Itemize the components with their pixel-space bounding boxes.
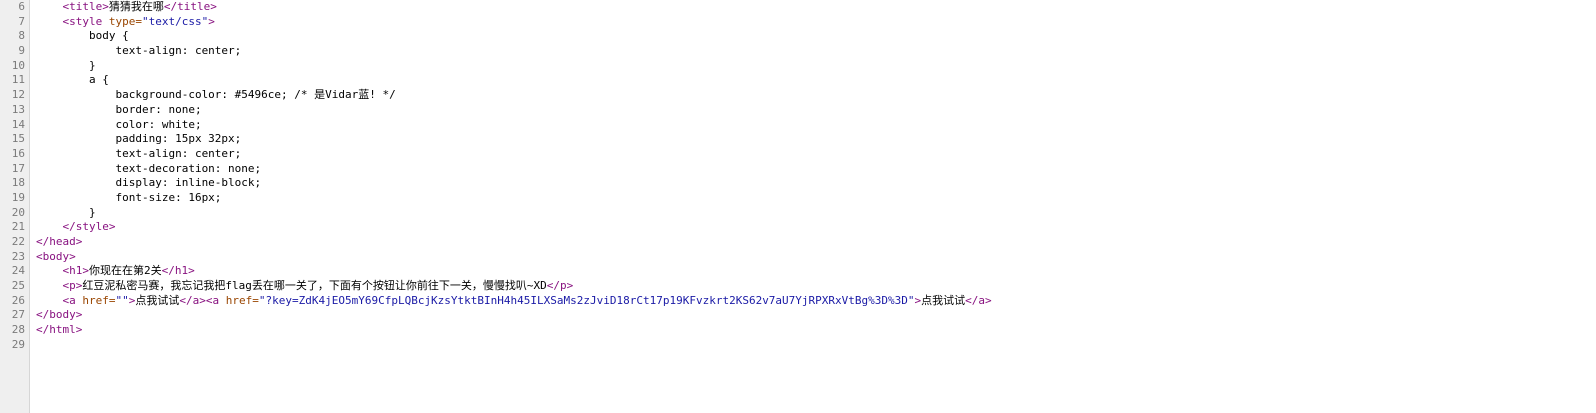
line-number: 11 <box>11 73 25 87</box>
source-viewer: 6 7 8 9 10 11 12 13 14 15 16 17 18 19 20 21 22 23 24 25 26 27… <box>0 0 1596 413</box>
line-number: 15 <box>11 132 25 146</box>
html-tag-token: <h1> <box>62 264 90 278</box>
line-number: 23 <box>11 249 25 263</box>
html-tag-token: </style> <box>62 220 116 234</box>
line-number: 12 <box>11 88 25 102</box>
source-line: <a href="">点我试试</a><a href="?key=ZdK4jEO… <box>36 294 1596 309</box>
source-line: font-size: 16px; <box>36 191 1596 206</box>
html-tag-token: </title> <box>163 0 217 13</box>
text-token: 你现在在第2关 <box>89 264 162 278</box>
source-line: color: white; <box>36 118 1596 133</box>
source-line: border: none; <box>36 103 1596 118</box>
attribute-value-token: "?key=ZdK4jEO5mY69CfpLQBcjKzsYtktBInH4h4… <box>258 293 915 307</box>
line-number: 8 <box>18 29 25 43</box>
text-token: 红豆泥私密马赛，我忘记我把flag丢在哪一关了，下面有个按钮让你前往下一关，慢慢… <box>82 279 547 293</box>
line-number: 25 <box>11 279 25 293</box>
source-line: <body> <box>36 250 1596 265</box>
line-number: 6 <box>18 0 25 13</box>
text-token: text-decoration: none; <box>36 161 262 175</box>
line-number: 26 <box>11 293 25 307</box>
source-code-area[interactable]: <title>猜猜我在哪</title> <style type="text/c… <box>36 0 1596 353</box>
attribute-token: href= <box>225 293 259 307</box>
text-token: 点我试试 <box>921 293 966 307</box>
html-tag-token: <style <box>62 14 109 28</box>
source-line: <p>红豆泥私密马赛，我忘记我把flag丢在哪一关了，下面有个按钮让你前往下一关… <box>36 279 1596 294</box>
source-line: </head> <box>36 235 1596 250</box>
line-number: 22 <box>11 235 25 248</box>
html-tag-token: </head> <box>36 235 83 248</box>
source-line: <h1>你现在在第2关</h1> <box>36 264 1596 279</box>
html-tag-token: > <box>208 14 215 28</box>
line-number: 21 <box>11 220 25 234</box>
source-line: </html> <box>36 323 1596 338</box>
source-line: display: inline-block; <box>36 176 1596 191</box>
attribute-value-token: "" <box>115 293 129 307</box>
line-number: 13 <box>11 102 25 116</box>
html-tag-token: </html> <box>36 323 83 337</box>
line-number: 17 <box>11 161 25 175</box>
source-line: </style> <box>36 220 1596 235</box>
text-token: a { <box>36 73 109 87</box>
line-number: 18 <box>11 176 25 190</box>
html-tag-token: <a <box>205 293 226 307</box>
attribute-token: type= <box>108 14 142 28</box>
text-token: text-align: center; <box>36 44 242 58</box>
source-line: <style type="text/css"> <box>36 15 1596 30</box>
source-line: text-align: center; <box>36 147 1596 162</box>
text-token: color: white; <box>36 117 202 131</box>
source-line: <title>猜猜我在哪</title> <box>36 0 1596 15</box>
text-token: 猜猜我在哪 <box>108 0 164 13</box>
html-tag-token: <a <box>62 293 83 307</box>
line-number: 29 <box>11 337 25 351</box>
line-number: 27 <box>11 308 25 322</box>
html-tag-token: <p> <box>62 279 83 293</box>
text-token: text-align: center; <box>36 146 242 160</box>
text-token: border: none; <box>36 102 202 116</box>
text-token: font-size: 16px; <box>36 190 222 204</box>
html-tag-token: </h1> <box>161 264 195 278</box>
source-line: } <box>36 206 1596 221</box>
line-number: 9 <box>18 44 25 58</box>
source-line: } <box>36 59 1596 74</box>
text-token: padding: 15px 32px; <box>36 132 242 146</box>
source-line: text-align: center; <box>36 44 1596 59</box>
html-tag-token: <title> <box>62 0 109 13</box>
line-number: 28 <box>11 323 25 337</box>
source-line: body { <box>36 29 1596 44</box>
html-tag-token: <body> <box>36 249 76 263</box>
text-token: display: inline-block; <box>36 176 262 190</box>
html-tag-token: </p> <box>546 279 574 293</box>
text-token: background-color: #5496ce; /* 是Vidar蓝! *… <box>36 88 396 102</box>
source-line: text-decoration: none; <box>36 162 1596 177</box>
line-number: 19 <box>11 190 25 204</box>
attribute-value-token: "text/css" <box>141 14 209 28</box>
attribute-token: href= <box>82 293 116 307</box>
source-line: </body> <box>36 308 1596 323</box>
line-number: 7 <box>18 14 25 28</box>
text-token: 点我试试 <box>135 293 180 307</box>
source-line: background-color: #5496ce; /* 是Vidar蓝! *… <box>36 88 1596 103</box>
html-tag-token: </a> <box>179 293 206 307</box>
line-number: 10 <box>11 58 25 72</box>
text-token: } <box>36 58 96 72</box>
line-number: 20 <box>11 205 25 219</box>
source-line <box>36 338 1596 353</box>
line-number: 16 <box>11 146 25 160</box>
line-number: 14 <box>11 117 25 131</box>
html-tag-token: </body> <box>36 308 83 322</box>
html-tag-token: </a> <box>965 293 992 307</box>
text-token: body { <box>36 29 129 43</box>
source-line: a { <box>36 73 1596 88</box>
line-number-gutter: 6 7 8 9 10 11 12 13 14 15 16 17 18 19 20 21 22 23 24 25 26 27… <box>0 0 30 413</box>
source-line: padding: 15px 32px; <box>36 132 1596 147</box>
line-number: 24 <box>11 264 25 278</box>
text-token: } <box>36 205 96 219</box>
